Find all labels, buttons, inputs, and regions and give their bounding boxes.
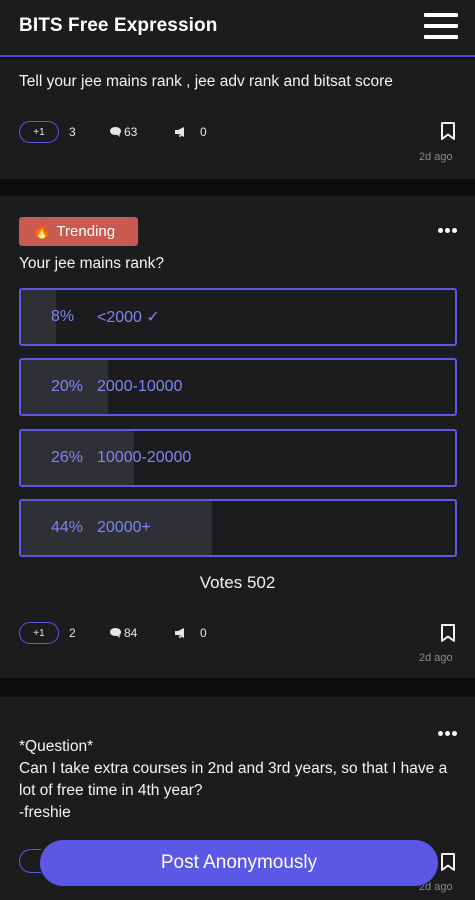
fire-icon: 🔥	[33, 223, 51, 239]
post-text: *Question* Can I take extra courses in 2…	[19, 738, 448, 821]
plus-one-button[interactable]: +1	[19, 622, 59, 644]
upvote-count: 2	[69, 626, 76, 640]
post-anonymously-button[interactable]: Post Anonymously	[40, 840, 438, 886]
poll-option-percent: 20%	[51, 378, 84, 395]
plus-one-button[interactable]	[19, 849, 41, 873]
vote-count: Votes 502	[199, 573, 276, 592]
comment-icon	[110, 127, 121, 137]
comment-button[interactable]: 63	[109, 125, 174, 139]
more-options-icon[interactable]	[438, 227, 458, 235]
poll-option[interactable]: 8% <2000 ✓	[19, 288, 457, 346]
comment-icon	[110, 628, 121, 638]
upvote-count: 3	[69, 125, 76, 139]
poll-option-label: 2000-10000	[97, 378, 183, 395]
post-timestamp: 2d ago	[419, 151, 453, 163]
trending-label: Trending	[56, 223, 116, 240]
plus-one-button[interactable]: +1	[19, 121, 59, 143]
trending-badge: 🔥 Trending	[19, 217, 138, 246]
poll-option[interactable]: 44% 20000+	[19, 499, 457, 557]
poll-post-card[interactable]: 🔥 Trending Your jee mains rank? 8% <2000…	[0, 196, 475, 678]
share-count: 0	[200, 125, 207, 139]
share-button[interactable]: 0	[174, 626, 207, 640]
post-text: Tell your jee mains rank , jee adv rank …	[19, 73, 393, 90]
poll-option-percent: 26%	[51, 449, 84, 466]
poll-option-percent: 8%	[51, 308, 75, 325]
app-header: BITS Free Expression	[0, 0, 475, 57]
share-count: 0	[200, 626, 207, 640]
poll-option-label: 10000-20000	[97, 449, 192, 466]
bookmark-icon[interactable]	[440, 853, 456, 871]
post-actions: +1 2 84 0	[19, 621, 207, 645]
bookmark-icon[interactable]	[440, 624, 456, 642]
comment-count: 63	[124, 125, 138, 139]
comment-button[interactable]: 84	[109, 626, 174, 640]
megaphone-icon	[175, 127, 184, 137]
hamburger-menu-icon[interactable]	[424, 13, 458, 39]
share-button[interactable]: 0	[174, 125, 207, 139]
post-text: Your jee mains rank?	[19, 255, 165, 272]
poll-option-label: 20000+	[97, 519, 151, 536]
post-actions: +1 3 63 0	[19, 120, 207, 144]
post-card[interactable]: Tell your jee mains rank , jee adv rank …	[0, 59, 475, 179]
bookmark-icon[interactable]	[440, 122, 456, 140]
post-timestamp: 2d ago	[419, 652, 453, 664]
poll-option[interactable]: 20% 2000-10000	[19, 358, 457, 416]
app-title: BITS Free Expression	[19, 15, 218, 36]
poll-option-label: <2000 ✓	[97, 309, 160, 326]
poll-option[interactable]: 26% 10000-20000	[19, 429, 457, 487]
comment-count: 84	[124, 626, 138, 640]
poll-option-percent: 44%	[51, 519, 84, 536]
megaphone-icon	[175, 628, 184, 638]
